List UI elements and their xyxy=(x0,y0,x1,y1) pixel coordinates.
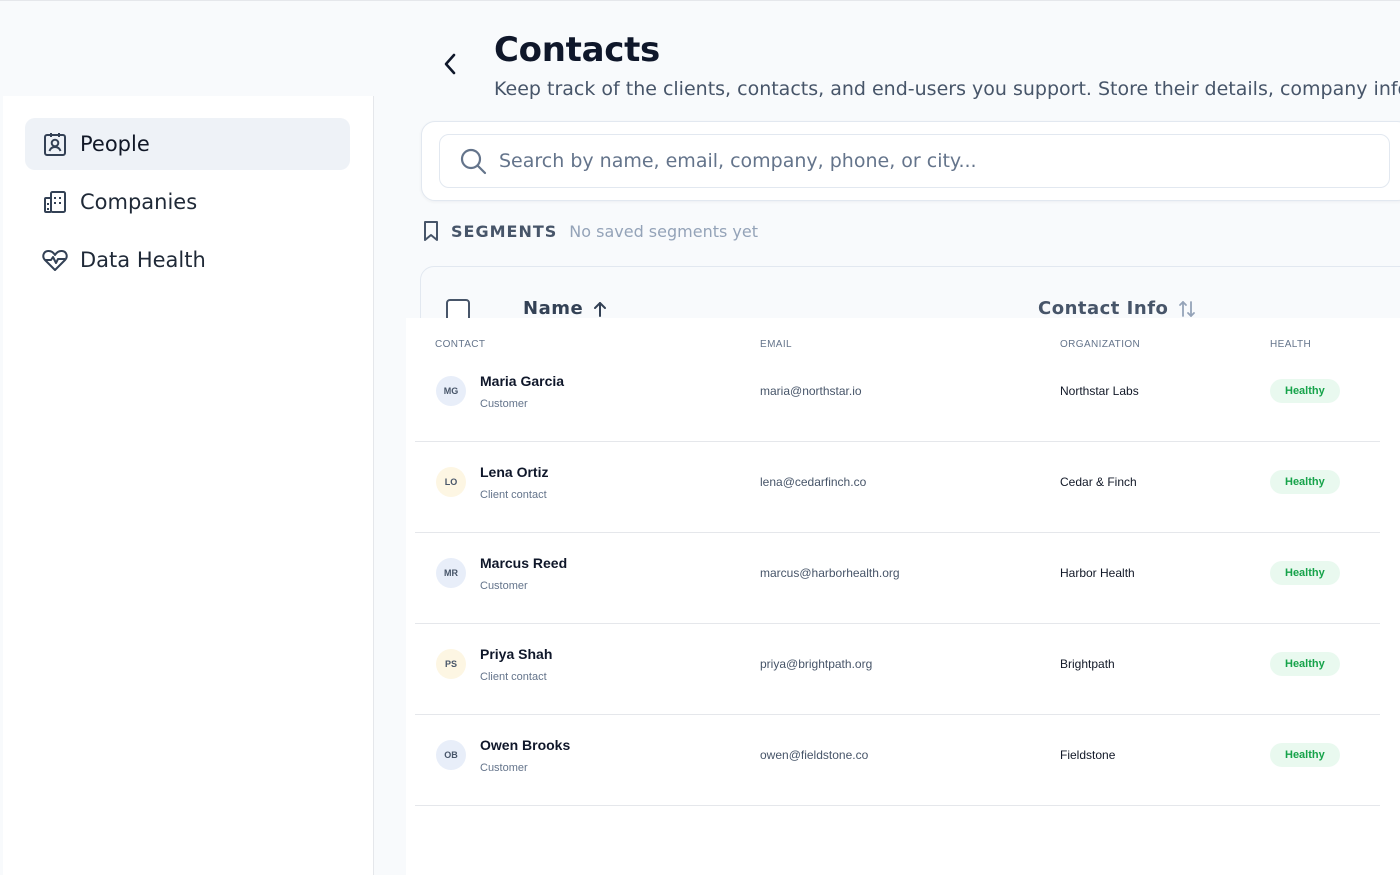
main-table-header: Name Contact Info xyxy=(420,266,1400,326)
contact-role: Customer xyxy=(480,580,528,592)
arrow-up-icon xyxy=(593,301,607,317)
sort-arrows-icon xyxy=(1178,300,1196,318)
header-organization: ORGANIZATION xyxy=(1060,339,1141,350)
search-box[interactable] xyxy=(439,134,1390,188)
segments-label: SEGMENTS xyxy=(451,221,558,241)
table-row[interactable]: OB Owen Brooks Customer owen@fieldstone.… xyxy=(415,715,1380,806)
table-row[interactable]: PS Priya Shah Client contact priya@brigh… xyxy=(415,624,1380,715)
contact-email[interactable]: maria@northstar.io xyxy=(760,384,862,398)
health-badge: Healthy xyxy=(1270,561,1340,585)
avatar: PS xyxy=(436,649,466,679)
heart-pulse-icon xyxy=(41,246,69,274)
sidebar-item-label: Companies xyxy=(80,190,198,214)
contact-name[interactable]: Lena Ortiz xyxy=(480,464,548,480)
sidebar-item-people[interactable]: People xyxy=(25,118,350,170)
contact-role: Customer xyxy=(480,398,528,410)
search-card xyxy=(421,121,1400,201)
table-row[interactable]: MG Maria Garcia Customer maria@northstar… xyxy=(415,351,1380,442)
sidebar: People Companies Data Health xyxy=(3,96,374,875)
contact-organization: Northstar Labs xyxy=(1060,384,1139,398)
health-badge: Healthy xyxy=(1270,652,1340,676)
chevron-left-icon xyxy=(444,53,456,75)
contact-email[interactable]: marcus@harborhealth.org xyxy=(760,566,900,580)
avatar: MR xyxy=(436,558,466,588)
search-icon xyxy=(458,146,488,176)
page-title: Contacts xyxy=(494,30,660,70)
sidebar-item-label: Data Health xyxy=(80,248,206,272)
bookmark-icon xyxy=(422,220,442,242)
header-health: HEALTH xyxy=(1270,339,1312,350)
contact-name[interactable]: Priya Shah xyxy=(480,646,552,662)
contact-email[interactable]: priya@brightpath.org xyxy=(760,657,872,671)
contact-organization: Fieldstone xyxy=(1060,748,1116,762)
segments-empty-text: No saved segments yet xyxy=(569,221,758,241)
contact-name[interactable]: Marcus Reed xyxy=(480,555,567,571)
contact-organization: Brightpath xyxy=(1060,657,1115,671)
contact-name[interactable]: Owen Brooks xyxy=(480,737,570,753)
avatar: LO xyxy=(436,467,466,497)
segments-bar: SEGMENTS No saved segments yet xyxy=(422,218,758,244)
health-badge: Healthy xyxy=(1270,379,1340,403)
search-input[interactable] xyxy=(499,150,1359,172)
contact-role: Customer xyxy=(480,762,528,774)
health-badge: Healthy xyxy=(1270,470,1340,494)
contact-organization: Harbor Health xyxy=(1060,566,1135,580)
contact-card-icon xyxy=(41,130,69,158)
header-email: EMAIL xyxy=(760,339,793,350)
table-row[interactable]: LO Lena Ortiz Client contact lena@cedarf… xyxy=(415,442,1380,533)
contact-role: Client contact xyxy=(480,671,547,683)
contact-email[interactable]: owen@fieldstone.co xyxy=(760,748,868,762)
column-header-contact-info[interactable]: Contact Info xyxy=(1038,298,1196,319)
sidebar-item-data-health[interactable]: Data Health xyxy=(25,234,350,286)
contacts-table: CONTACT EMAIL ORGANIZATION HEALTH MG Mar… xyxy=(406,318,1400,875)
header-contact: CONTACT xyxy=(435,339,486,350)
sidebar-item-label: People xyxy=(80,132,150,156)
table-row[interactable]: MR Marcus Reed Customer marcus@harborhea… xyxy=(415,533,1380,624)
column-header-label: Name xyxy=(523,298,584,319)
contact-name[interactable]: Maria Garcia xyxy=(480,373,564,389)
page-subtitle: Keep track of the clients, contacts, and… xyxy=(494,78,1400,100)
health-badge: Healthy xyxy=(1270,743,1340,767)
contact-organization: Cedar & Finch xyxy=(1060,475,1137,489)
avatar: OB xyxy=(436,740,466,770)
building-icon xyxy=(41,188,69,216)
back-button[interactable] xyxy=(434,46,466,82)
column-header-label: Contact Info xyxy=(1038,298,1169,319)
column-header-name[interactable]: Name xyxy=(523,298,607,319)
contact-role: Client contact xyxy=(480,489,547,501)
sidebar-item-companies[interactable]: Companies xyxy=(25,176,350,228)
contact-email[interactable]: lena@cedarfinch.co xyxy=(760,475,866,489)
avatar: MG xyxy=(436,376,466,406)
